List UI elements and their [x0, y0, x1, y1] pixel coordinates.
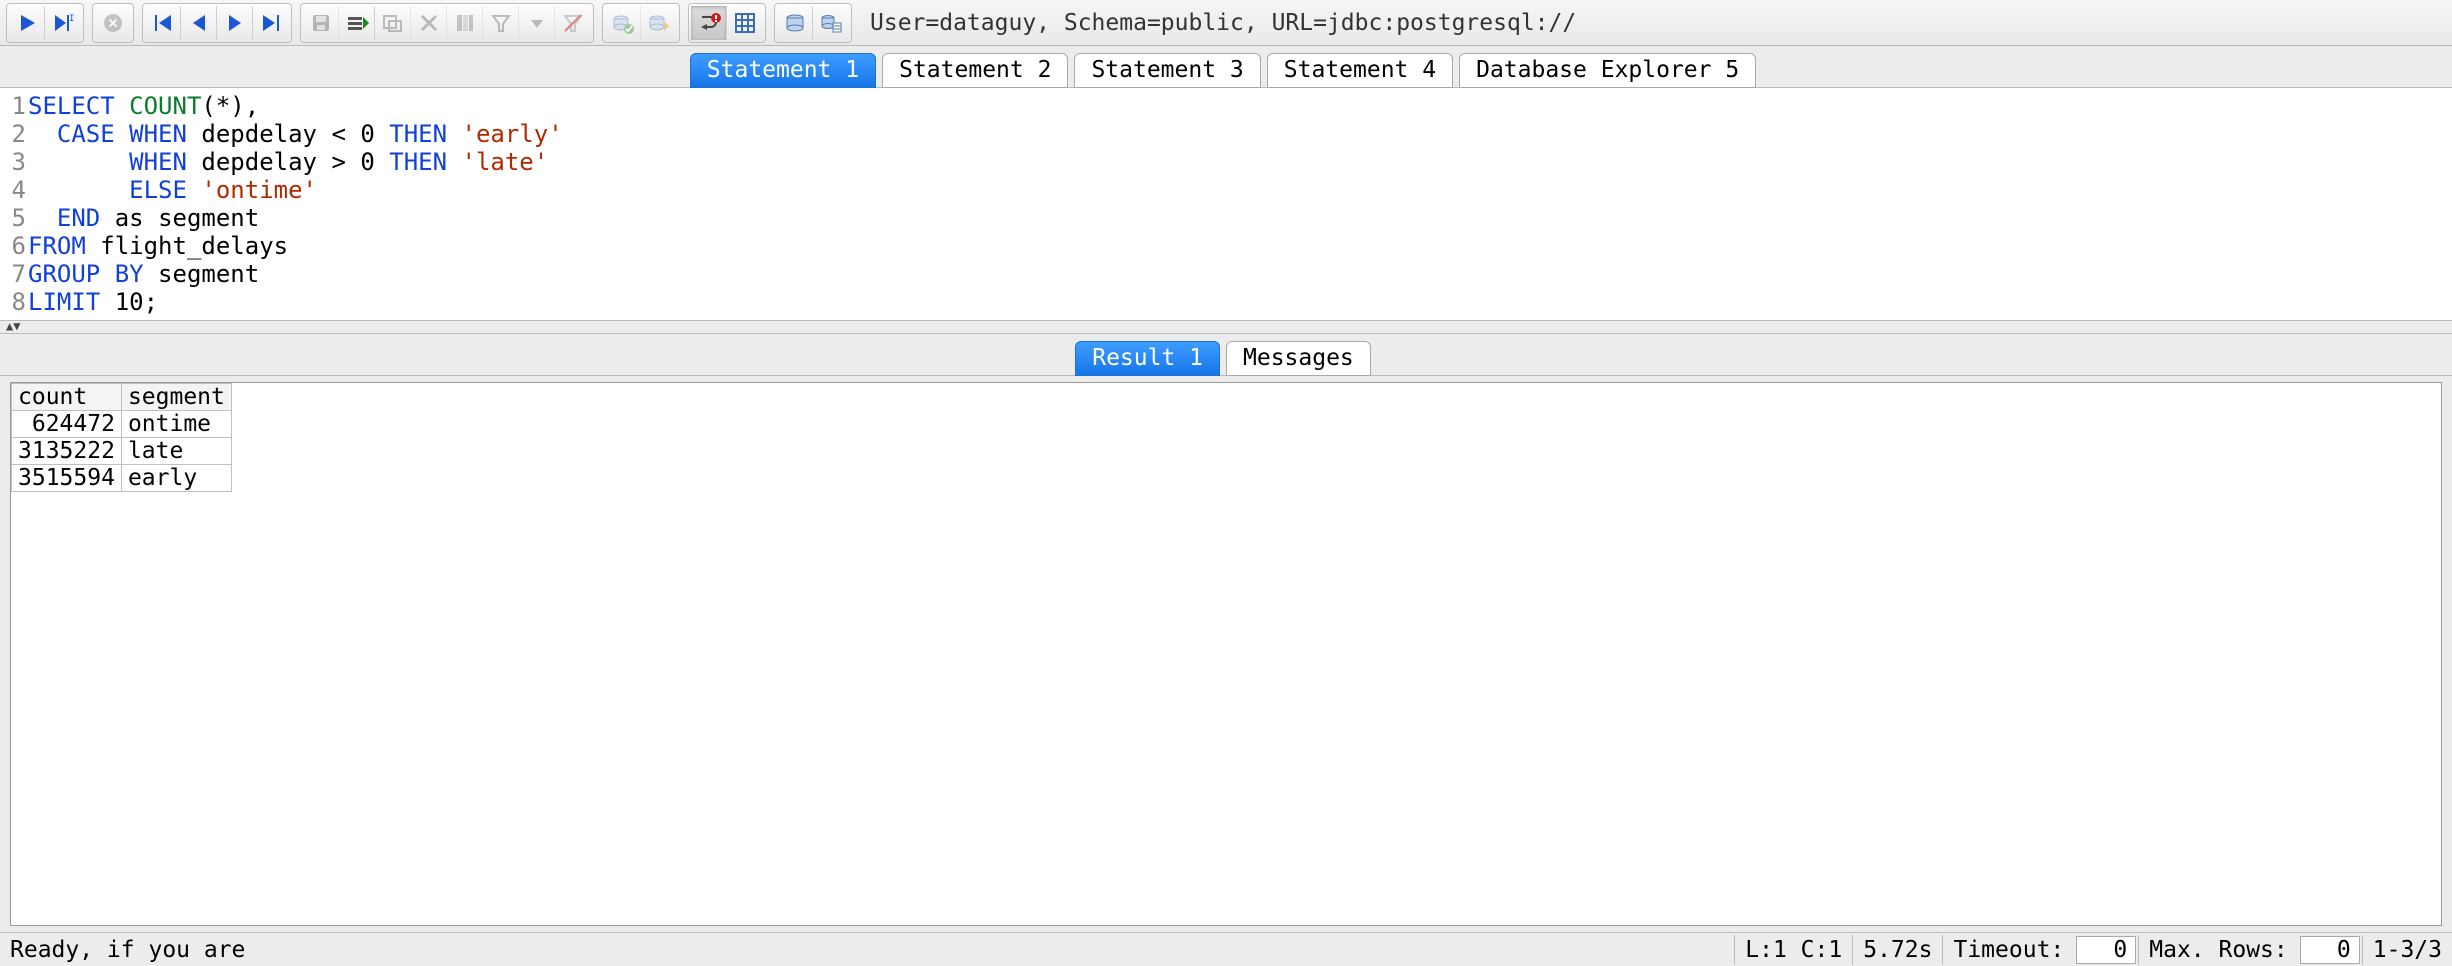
results-area: Result 1Messages countsegment624472ontim… [0, 333, 2452, 932]
last-button[interactable] [253, 6, 289, 40]
table-row[interactable]: 3515594early [12, 465, 232, 492]
code-line[interactable]: WHEN depdelay > 0 THEN 'late' [28, 148, 548, 176]
cell[interactable]: 624472 [12, 411, 122, 438]
result-grid[interactable]: countsegment624472ontime3135222late35155… [10, 382, 2442, 926]
first-button[interactable] [145, 6, 181, 40]
line-number: 5 [8, 204, 28, 232]
line-number: 4 [8, 176, 28, 204]
svg-text:I: I [69, 14, 74, 24]
statement-tabstrip: Statement 1Statement 2Statement 3Stateme… [0, 46, 2452, 88]
table-row[interactable]: 624472ontime [12, 411, 232, 438]
tab-statement-4[interactable]: Statement 4 [1267, 53, 1453, 88]
db-group [774, 3, 852, 43]
result-tabstrip: Result 1Messages [0, 333, 2452, 376]
execute-to-cursor-button[interactable]: I [45, 6, 81, 40]
auto-commit-warning-button[interactable] [691, 6, 727, 40]
code-line[interactable]: ELSE 'ontime' [28, 176, 317, 204]
stop-button[interactable] [95, 6, 131, 40]
line-number: 1 [8, 92, 28, 120]
tab-statement-2[interactable]: Statement 2 [882, 53, 1068, 88]
tab-statement-3[interactable]: Statement 3 [1074, 53, 1260, 88]
cell[interactable]: ontime [121, 411, 231, 438]
line-number: 6 [8, 232, 28, 260]
line-number: 7 [8, 260, 28, 288]
cell[interactable]: late [121, 438, 231, 465]
line-number: 2 [8, 120, 28, 148]
edit-group [300, 3, 594, 43]
line-number: 8 [8, 288, 28, 316]
filter-dropdown-button[interactable] [519, 6, 555, 40]
tab-statement-1[interactable]: Statement 1 [690, 53, 876, 88]
save-button[interactable] [303, 6, 339, 40]
tab-result-2[interactable]: Messages [1226, 341, 1371, 376]
code-line[interactable]: SELECT COUNT(*), [28, 92, 259, 120]
status-timeout-value[interactable]: 0 [2076, 936, 2136, 964]
connection-string: User=dataguy, Schema=public, URL=jdbc:po… [870, 10, 1576, 36]
status-maxrows-value[interactable]: 0 [2300, 936, 2360, 964]
cell[interactable]: early [121, 465, 231, 492]
code-line[interactable]: CASE WHEN depdelay < 0 THEN 'early' [28, 120, 563, 148]
prev-button[interactable] [181, 6, 217, 40]
line-number: 3 [8, 148, 28, 176]
sql-editor[interactable]: 1SELECT COUNT(*),2 CASE WHEN depdelay < … [0, 88, 2452, 321]
insert-row-button[interactable] [339, 6, 375, 40]
nav-group [142, 3, 292, 43]
statusbar: Ready, if you are L:1 C:1 5.72s Timeout:… [0, 932, 2452, 966]
status-message: Ready, if you are [0, 935, 1734, 965]
select-columns-button[interactable] [447, 6, 483, 40]
code-line[interactable]: LIMIT 10; [28, 288, 158, 316]
splitter-handle[interactable]: ▲▼ [0, 321, 2452, 333]
tab-statement-5[interactable]: Database Explorer 5 [1459, 53, 1756, 88]
db-browser-button[interactable] [777, 6, 813, 40]
code-line[interactable]: GROUP BY segment [28, 260, 259, 288]
status-cursor: L:1 C:1 [1734, 935, 1852, 965]
filter-button[interactable] [483, 6, 519, 40]
code-line[interactable]: FROM flight_delays [28, 232, 288, 260]
status-maxrows-label: Max. Rows: [2138, 935, 2297, 965]
cell[interactable]: 3515594 [12, 465, 122, 492]
code-line[interactable]: END as segment [28, 204, 259, 232]
status-timeout-label: Timeout: [1942, 935, 2074, 965]
toolbar: I [0, 0, 2452, 46]
run-group: I [6, 3, 84, 43]
tab-result-1[interactable]: Result 1 [1075, 341, 1220, 376]
clear-filter-button[interactable] [555, 6, 591, 40]
show-grid-button[interactable] [727, 6, 763, 40]
status-elapsed: 5.72s [1852, 935, 1942, 965]
commit-button[interactable] [605, 6, 641, 40]
misc-group [688, 3, 766, 43]
execute-button[interactable] [9, 6, 45, 40]
column-header[interactable]: count [12, 384, 122, 411]
table-row[interactable]: 3135222late [12, 438, 232, 465]
tx-group [602, 3, 680, 43]
stop-group [92, 3, 134, 43]
column-header[interactable]: segment [121, 384, 231, 411]
db-explorer-button[interactable] [813, 6, 849, 40]
duplicate-row-button[interactable] [375, 6, 411, 40]
cell[interactable]: 3135222 [12, 438, 122, 465]
next-button[interactable] [217, 6, 253, 40]
status-row-range: 1-3/3 [2362, 935, 2452, 965]
rollback-button[interactable] [641, 6, 677, 40]
delete-row-button[interactable] [411, 6, 447, 40]
